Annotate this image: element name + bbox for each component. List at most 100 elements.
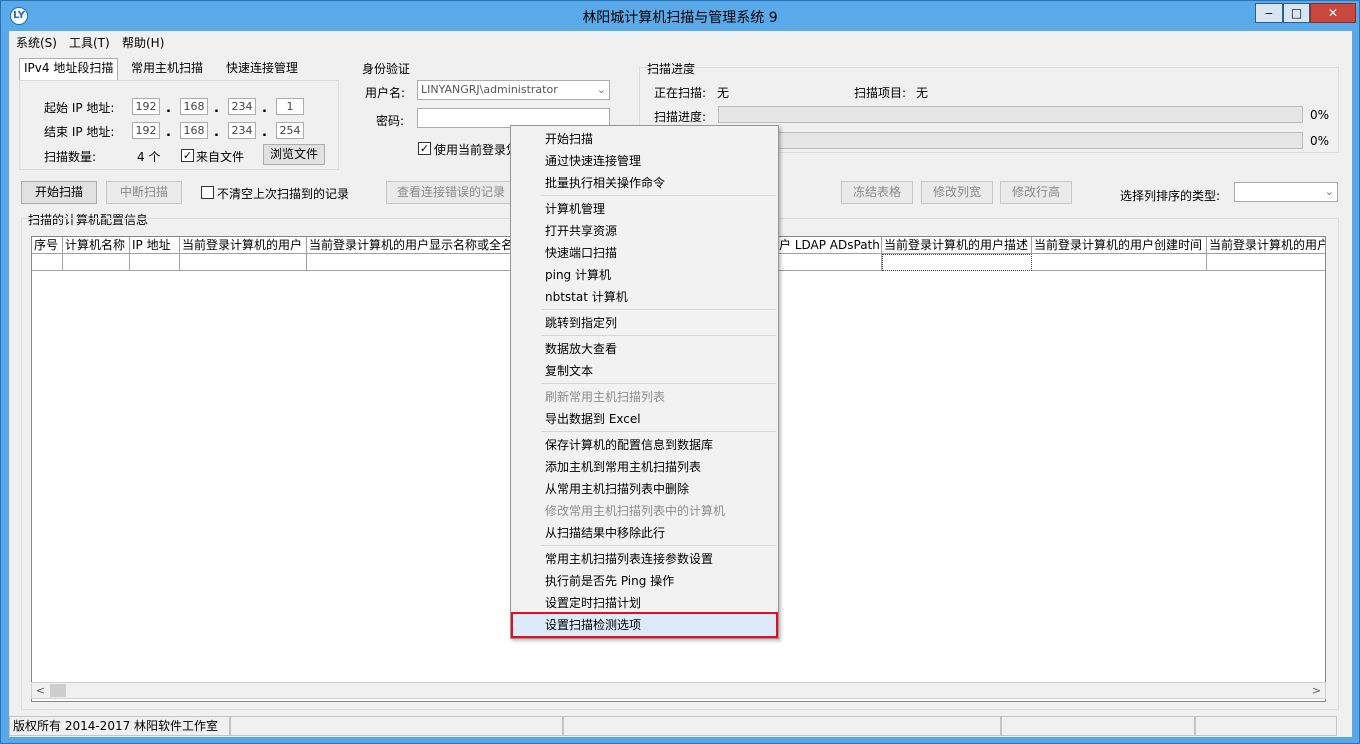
context-menu-item[interactable]: ping 计算机 <box>513 264 776 286</box>
freeze-table-button[interactable]: 冻结表格 <box>841 181 913 204</box>
menu-separator <box>541 195 776 196</box>
scanning-label: 正在扫描: <box>654 86 707 100</box>
start-ip-octet-2[interactable]: 168 <box>180 98 208 115</box>
start-ip-octet-4[interactable]: 1 <box>276 98 304 115</box>
menu-tools[interactable]: 工具(T) <box>69 34 110 51</box>
context-menu-item[interactable]: 从扫描结果中移除此行 <box>513 522 776 544</box>
end-ip-octet-2[interactable]: 168 <box>180 122 208 139</box>
column-header[interactable]: IP 地址 <box>130 237 180 254</box>
stop-scan-button[interactable]: 中断扫描 <box>106 181 182 204</box>
ip-dot: . <box>262 101 267 116</box>
end-ip-octet-3[interactable]: 234 <box>228 122 256 139</box>
context-menu-item[interactable]: 快速端口扫描 <box>513 242 776 264</box>
scroll-right-icon[interactable]: > <box>1308 683 1325 698</box>
column-header[interactable]: 当前登录计算机的用户 <box>180 237 307 254</box>
menu-separator <box>541 431 776 432</box>
grid-cell[interactable] <box>63 254 130 271</box>
chevron-down-icon: ⌄ <box>596 83 606 96</box>
start-scan-button[interactable]: 开始扫描 <box>21 181 97 204</box>
ip-dot: . <box>166 125 171 140</box>
username-select[interactable]: LINYANGRJ\administrator ⌄ <box>417 80 610 100</box>
context-menu-item[interactable]: 添加主机到常用主机扫描列表 <box>513 456 776 478</box>
context-menu-item[interactable]: 保存计算机的配置信息到数据库 <box>513 434 776 456</box>
grid-cell[interactable] <box>1032 254 1207 271</box>
context-menu-item[interactable]: 复制文本 <box>513 360 776 382</box>
context-menu-item[interactable]: 执行前是否先 Ping 操作 <box>513 570 776 592</box>
context-menu-item[interactable]: 跳转到指定列 <box>513 312 776 334</box>
sort-type-select[interactable]: ⌄ <box>1234 182 1338 202</box>
grid-cell[interactable] <box>777 254 882 271</box>
grid-cell[interactable] <box>1207 254 1325 271</box>
grid-cell[interactable] <box>32 254 63 271</box>
start-ip-label: 起始 IP 地址: <box>44 101 115 115</box>
keep-records-checkbox[interactable] <box>201 186 214 199</box>
grid-cell[interactable] <box>130 254 180 271</box>
scan-progress-label: 扫描进度: <box>654 110 707 124</box>
tab-quick-connect[interactable]: 快速连接管理 <box>222 59 302 79</box>
column-header[interactable]: 当前登录计算机的用户显示名称或全名 <box>307 237 537 254</box>
password-label: 密码: <box>376 114 405 128</box>
row-height-button[interactable]: 修改行高 <box>1000 181 1072 204</box>
column-header[interactable]: 户 LDAP ADsPath <box>777 237 882 254</box>
column-header[interactable]: 序号 <box>32 237 63 254</box>
context-menu-item[interactable]: 设置扫描检测选项 <box>511 612 778 638</box>
context-menu-item[interactable]: 从常用主机扫描列表中删除 <box>513 478 776 500</box>
scroll-thumb[interactable] <box>50 684 66 697</box>
end-ip-octet-1[interactable]: 192 <box>132 122 160 139</box>
scan-item-label: 扫描项目: <box>854 86 907 100</box>
title-bar[interactable]: LY 林阳城计算机扫描与管理系统 9 ‒ □ ✕ <box>1 1 1359 31</box>
horizontal-scrollbar[interactable]: < > <box>31 682 1326 699</box>
item-progress-percent: 0% <box>1310 134 1330 148</box>
context-menu-item[interactable]: 数据放大查看 <box>513 338 776 360</box>
grid-cell[interactable] <box>180 254 307 271</box>
status-panel <box>1001 716 1195 736</box>
context-menu-item[interactable]: 打开共享资源 <box>513 220 776 242</box>
start-ip-octet-3[interactable]: 234 <box>228 98 256 115</box>
from-file-checkbox[interactable]: ✓ <box>181 149 194 162</box>
maximize-button[interactable]: □ <box>1283 3 1310 23</box>
scan-count-label: 扫描数量: <box>44 150 97 164</box>
status-panel <box>563 716 1001 736</box>
scroll-left-icon[interactable]: < <box>32 683 49 698</box>
ip-dot: . <box>166 101 171 116</box>
item-progress-bar <box>718 132 1303 149</box>
context-menu-item[interactable]: 刷新常用主机扫描列表 <box>513 386 776 408</box>
context-menu-item[interactable]: 计算机管理 <box>513 198 776 220</box>
status-panel <box>230 716 563 736</box>
context-menu-item[interactable]: 导出数据到 Excel <box>513 408 776 430</box>
copyright-text: 版权所有 2014-2017 林阳软件工作室 <box>9 716 230 736</box>
grid-cell[interactable] <box>882 254 1032 271</box>
column-header[interactable]: 当前登录计算机的用户 <box>1207 237 1325 254</box>
scan-item-value: 无 <box>916 86 929 100</box>
column-header[interactable]: 当前登录计算机的用户创建时间 <box>1032 237 1207 254</box>
keep-records-label: 不清空上次扫描到的记录 <box>217 187 350 201</box>
menu-system[interactable]: 系统(S) <box>16 34 57 51</box>
context-menu: 开始扫描 通过快速连接管理 批量执行相关操作命令 计算机管理 打开共享资源 快速端口扫描 p… <box>510 125 779 639</box>
status-bar: 版权所有 2014-2017 林阳软件工作室 <box>9 714 1352 736</box>
tab-ipv4-scan[interactable]: IPv4 地址段扫描 <box>19 58 119 80</box>
view-errors-button[interactable]: 查看连接错误的记录 <box>386 181 516 204</box>
context-menu-item[interactable]: 修改常用主机扫描列表中的计算机 <box>513 500 776 522</box>
column-header[interactable]: 当前登录计算机的用户描述 <box>882 237 1032 254</box>
context-menu-item[interactable]: 开始扫描 <box>513 128 776 150</box>
browse-file-button[interactable]: 浏览文件 <box>263 144 325 165</box>
ip-dot: . <box>214 101 219 116</box>
column-width-button[interactable]: 修改列宽 <box>921 181 993 204</box>
menu-help[interactable]: 帮助(H) <box>122 34 164 51</box>
grid-cell[interactable] <box>307 254 537 271</box>
tab-common-hosts[interactable]: 常用主机扫描 <box>127 59 207 79</box>
end-ip-octet-4[interactable]: 254 <box>276 122 304 139</box>
start-ip-octet-1[interactable]: 192 <box>132 98 160 115</box>
column-header[interactable]: 计算机名称 <box>63 237 130 254</box>
context-menu-item[interactable]: 常用主机扫描列表连接参数设置 <box>513 548 776 570</box>
menu-bar: 系统(S) 工具(T) 帮助(H) <box>9 31 1352 53</box>
context-menu-item[interactable]: 设置定时扫描计划 <box>513 592 776 614</box>
menu-separator <box>541 309 776 310</box>
sort-type-label: 选择列排序的类型: <box>1120 189 1221 203</box>
context-menu-item[interactable]: 通过快速连接管理 <box>513 150 776 172</box>
context-menu-item[interactable]: 批量执行相关操作命令 <box>513 172 776 194</box>
minimize-button[interactable]: ‒ <box>1255 3 1283 23</box>
context-menu-item[interactable]: nbtstat 计算机 <box>513 286 776 308</box>
close-button[interactable]: ✕ <box>1310 3 1356 23</box>
use-current-login-checkbox[interactable]: ✓ <box>418 142 431 155</box>
